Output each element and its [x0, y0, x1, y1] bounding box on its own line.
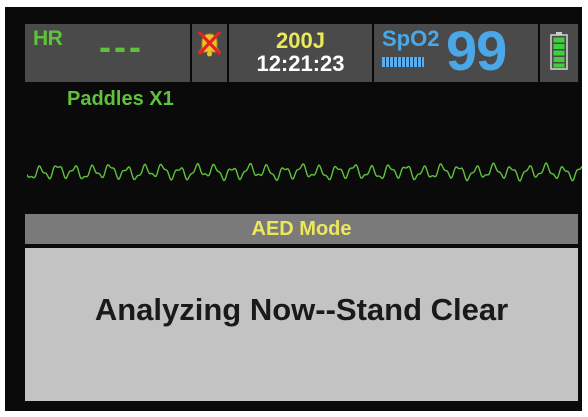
- battery-full-icon: [550, 32, 568, 70]
- ecg-waveform: [27, 161, 582, 182]
- clock-time: 12:21:23: [256, 51, 345, 76]
- heart-rate-value: ---: [99, 26, 144, 67]
- battery-panel: [540, 24, 578, 82]
- alarm-off-icon: [197, 30, 222, 57]
- spo2-label: SpO2: [382, 26, 440, 51]
- alarm-panel: [192, 24, 227, 82]
- defibrillator-monitor-screen: HR --- 200J 12:21:23 SpO2 99 Paddles X1 …: [5, 7, 582, 411]
- spo2-signal-fill: [382, 57, 424, 67]
- message-panel: Analyzing Now--Stand Clear: [25, 248, 578, 401]
- ecg-trace: [27, 161, 582, 182]
- heart-rate-panel: HR ---: [25, 24, 190, 82]
- mode-banner: AED Mode: [25, 214, 578, 244]
- spo2-value: 99: [446, 19, 507, 82]
- status-bar: HR --- 200J 12:21:23 SpO2 99: [25, 19, 578, 82]
- heart-rate-label: HR: [33, 27, 63, 50]
- energy-time-panel: 200J 12:21:23: [229, 24, 372, 82]
- lead-label: Paddles X1: [67, 88, 174, 110]
- spo2-signal-bar: [382, 57, 424, 67]
- spo2-panel: SpO2 99: [374, 19, 538, 82]
- prompt-message: Analyzing Now--Stand Clear: [94, 292, 509, 327]
